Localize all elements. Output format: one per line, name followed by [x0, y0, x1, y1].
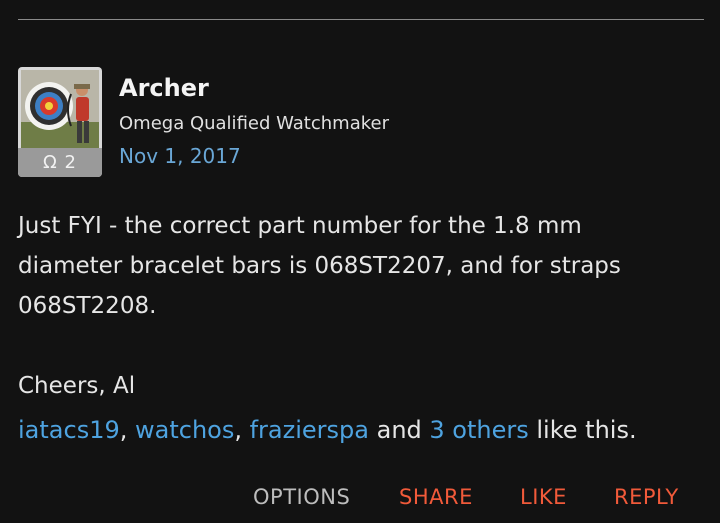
author-title: Omega Qualified Watchmaker — [119, 113, 389, 134]
liker-link-watchos[interactable]: watchos — [135, 416, 234, 444]
post-paragraph: Just FYI - the correct part number for t… — [18, 213, 621, 319]
reply-button[interactable]: REPLY — [614, 485, 679, 509]
likes-summary: iatacs19, watchos, frazierspa and 3 othe… — [18, 416, 637, 444]
likes-separator: , — [234, 416, 250, 444]
liker-link-frazierspa[interactable]: frazierspa — [250, 416, 369, 444]
post-body: Just FYI - the correct part number for t… — [18, 206, 678, 406]
top-divider — [18, 19, 704, 20]
rank-badge: Ω 2 — [18, 148, 102, 177]
likes-separator: , — [119, 416, 135, 444]
likes-others-link[interactable]: 3 others — [429, 416, 528, 444]
post-paragraph: Cheers, Al — [18, 373, 136, 399]
post-date[interactable]: Nov 1, 2017 — [119, 144, 241, 168]
archery-target-icon — [21, 70, 99, 148]
share-button[interactable]: SHARE — [399, 485, 473, 509]
author-name[interactable]: Archer — [119, 74, 209, 102]
likes-suffix: like this. — [528, 416, 637, 444]
like-button[interactable]: LIKE — [520, 485, 567, 509]
avatar[interactable]: Ω 2 — [18, 67, 102, 177]
options-button[interactable]: OPTIONS — [253, 485, 350, 509]
liker-link-iatacs19[interactable]: iatacs19 — [18, 416, 120, 444]
likes-and-text: and — [368, 416, 430, 444]
avatar-image — [21, 70, 99, 148]
